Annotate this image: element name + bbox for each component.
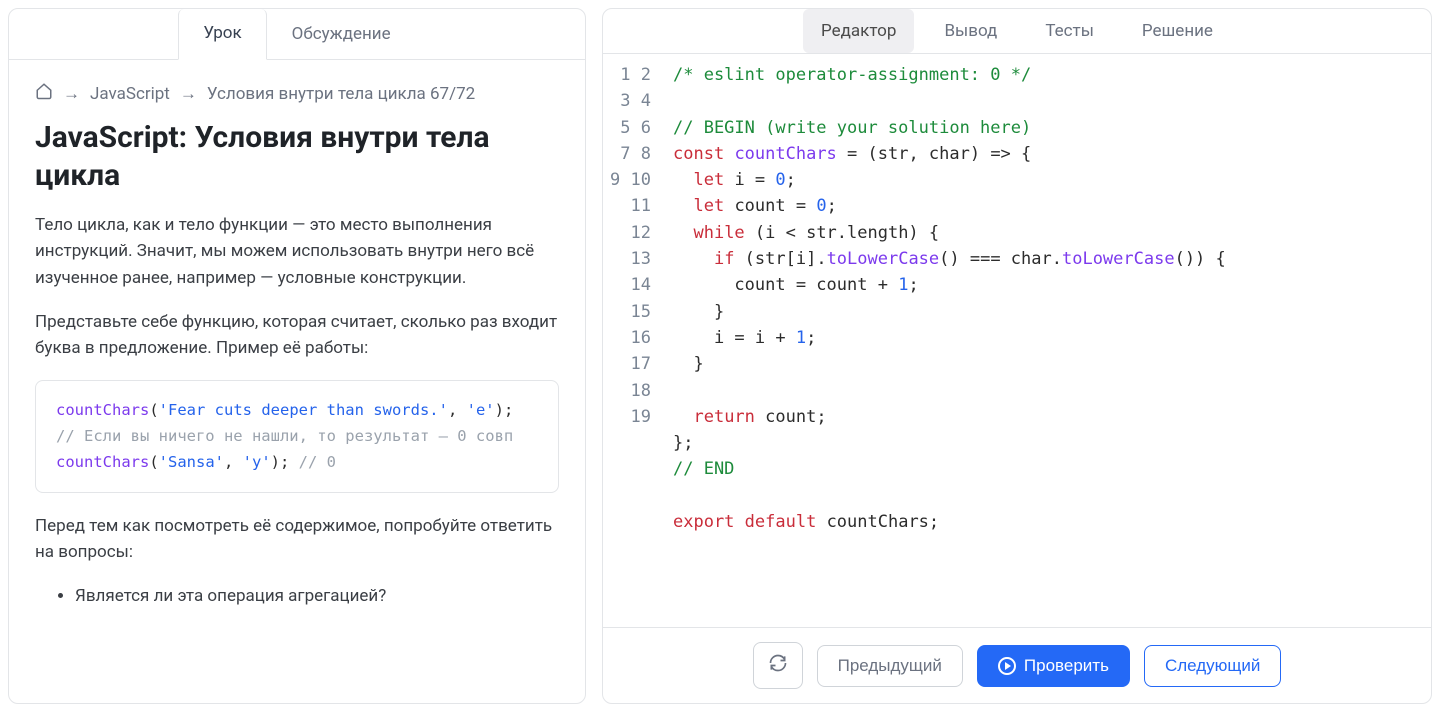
chevron-right-icon: → — [63, 84, 80, 104]
code-token: count = count + — [734, 275, 898, 295]
lesson-panel: Урок Обсуждение → JavaScript → Условия в… — [8, 8, 586, 704]
tab-solution[interactable]: Решение — [1124, 9, 1231, 53]
check-label: Проверить — [1024, 656, 1109, 676]
list-item: Является ли эта операция агрегацией? — [75, 583, 559, 609]
code-token: } — [714, 302, 724, 322]
code-token: countChars — [56, 401, 149, 419]
code-token: (i < str.length) { — [745, 223, 939, 243]
code-token: ()) { — [1175, 249, 1226, 269]
code-token: while — [693, 223, 744, 243]
check-button[interactable]: Проверить — [977, 645, 1130, 687]
reset-button[interactable] — [753, 642, 803, 689]
paragraph: Представьте себе функцию, которая считае… — [35, 309, 559, 362]
code-token: i = — [724, 170, 775, 190]
code-token: // Если вы ничего не нашли, то результат… — [56, 427, 513, 445]
right-tabs: Редактор Вывод Тесты Решение — [603, 9, 1431, 54]
tab-tests[interactable]: Тесты — [1027, 9, 1112, 53]
code-token: countChars; — [816, 512, 939, 532]
editor-footer: Предыдущий Проверить Следующий — [603, 627, 1431, 703]
code-token: countChars — [734, 144, 836, 164]
code-token: // BEGIN (write your solution here) — [673, 118, 1031, 138]
code-token: i = i + — [714, 328, 796, 348]
code-token: countChars — [56, 453, 149, 471]
code-token: } — [693, 354, 703, 374]
refresh-icon — [768, 653, 788, 678]
code-token: 'e' — [467, 401, 495, 419]
chevron-right-icon: → — [180, 84, 197, 104]
code-token: if — [714, 249, 734, 269]
code-token: count = — [724, 196, 816, 216]
code-token: let — [693, 196, 724, 216]
code-token: 1 — [796, 328, 806, 348]
breadcrumb-course[interactable]: JavaScript — [90, 84, 170, 104]
page-title: JavaScript: Условия внутри тела цикла — [35, 119, 559, 194]
code-token: }; — [673, 433, 693, 453]
code-token: 0 — [775, 170, 785, 190]
code-token: default — [745, 512, 817, 532]
paragraph: Тело цикла, как и тело функции — это мес… — [35, 212, 559, 291]
line-gutter: 1 2 3 4 5 6 7 8 9 10 11 12 13 14 15 16 1… — [603, 54, 673, 627]
bullet-list: Является ли эта операция агрегацией? — [35, 583, 559, 609]
home-icon[interactable] — [35, 82, 53, 105]
lesson-content: → JavaScript → Условия внутри тела цикла… — [9, 60, 585, 703]
breadcrumb-lesson: Условия внутри тела цикла 67/72 — [207, 84, 475, 104]
code-token: () === char. — [939, 249, 1062, 269]
code-token: 'Fear cuts deeper than swords.' — [159, 401, 448, 419]
tab-output[interactable]: Вывод — [926, 9, 1015, 53]
code-token: 'Sansa' — [159, 453, 224, 471]
editor-panel: Редактор Вывод Тесты Решение 1 2 3 4 5 6… — [602, 8, 1432, 704]
code-editor[interactable]: 1 2 3 4 5 6 7 8 9 10 11 12 13 14 15 16 1… — [603, 54, 1431, 627]
breadcrumb: → JavaScript → Условия внутри тела цикла… — [35, 82, 559, 105]
code-sample: countChars('Fear cuts deeper than swords… — [35, 380, 559, 493]
code-token: 1 — [898, 275, 908, 295]
tab-editor[interactable]: Редактор — [803, 9, 914, 53]
paragraph: Перед тем как посмотреть её содержимое, … — [35, 513, 559, 566]
code-token: // 0 — [299, 453, 336, 471]
code-token: 0 — [816, 196, 826, 216]
tab-discussion[interactable]: Обсуждение — [267, 9, 416, 59]
code-token: toLowerCase — [1062, 249, 1175, 269]
code-token: const — [673, 144, 724, 164]
code-token: // END — [673, 459, 734, 479]
prev-button[interactable]: Предыдущий — [817, 645, 963, 687]
code-token: count; — [755, 407, 827, 427]
code-token: toLowerCase — [827, 249, 940, 269]
code-token: export — [673, 512, 734, 532]
code-token: /* eslint operator-assignment: 0 */ — [673, 65, 1031, 85]
code-token: return — [693, 407, 754, 427]
code-token: let — [693, 170, 724, 190]
code-token: = (str, char) => { — [837, 144, 1031, 164]
play-icon — [998, 657, 1016, 675]
left-tabs: Урок Обсуждение — [9, 9, 585, 60]
code-token: 'y' — [243, 453, 271, 471]
code-area[interactable]: /* eslint operator-assignment: 0 */ // B… — [673, 54, 1431, 627]
code-token: (str[i]. — [734, 249, 826, 269]
next-button[interactable]: Следующий — [1144, 645, 1281, 687]
tab-lesson[interactable]: Урок — [178, 9, 266, 60]
